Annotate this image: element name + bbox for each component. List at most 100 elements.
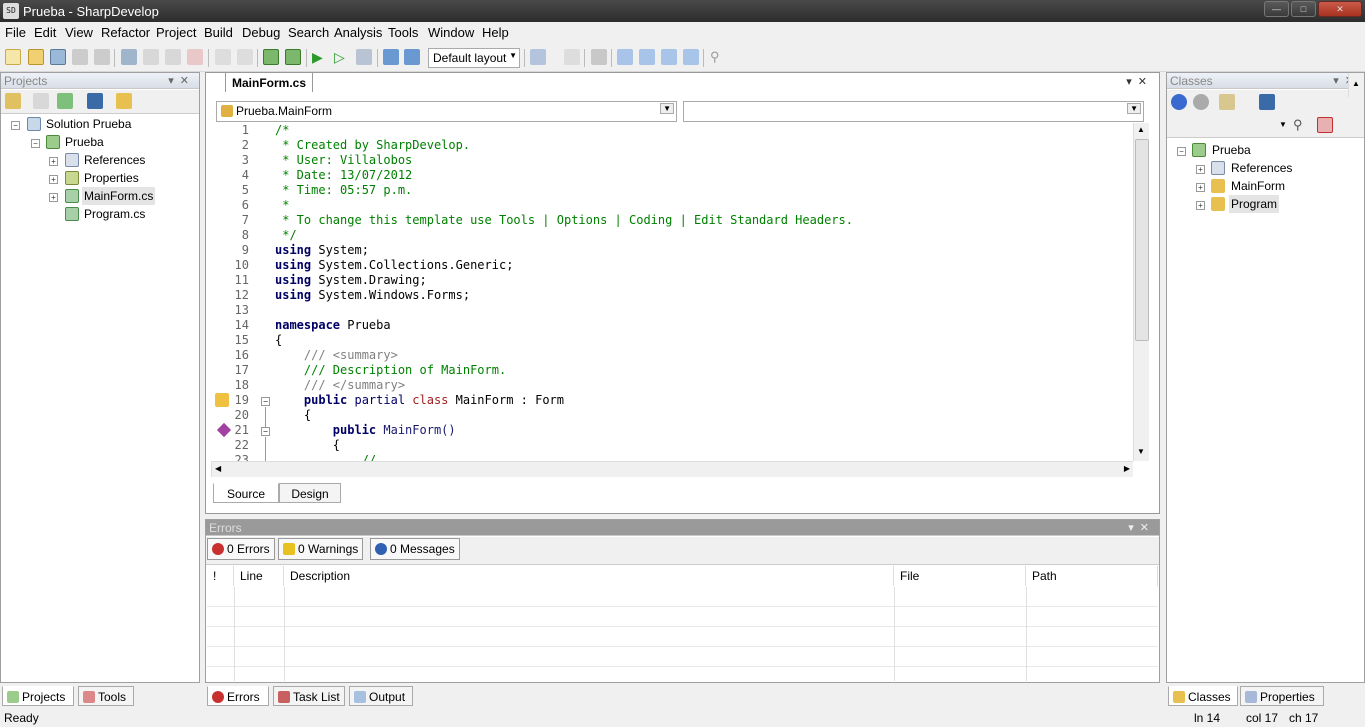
tab-projects[interactable]: Projects <box>2 686 74 706</box>
editor-horizontal-scrollbar[interactable]: ◀ ▶ <box>211 461 1133 477</box>
menu-edit[interactable]: Edit <box>34 25 56 40</box>
open-file-icon[interactable] <box>28 49 44 65</box>
bookmark-icon[interactable] <box>617 49 633 65</box>
expand-toggle[interactable]: − <box>1177 147 1186 156</box>
menu-debug[interactable]: Debug <box>242 25 280 40</box>
class-item-program[interactable]: Program <box>1229 195 1280 213</box>
classes-scroll-up[interactable]: ▲ <box>1348 73 1364 97</box>
tab-output[interactable]: Output <box>349 686 413 706</box>
menu-search[interactable]: Search <box>288 25 329 40</box>
tree-item-program[interactable]: Program.cs <box>84 205 145 223</box>
prev-bookmark-icon[interactable] <box>639 49 655 65</box>
tree-project[interactable]: Prueba <box>65 133 104 151</box>
stop-icon[interactable] <box>356 49 372 65</box>
copy-icon[interactable] <box>143 49 159 65</box>
rebuild-icon[interactable] <box>285 49 301 65</box>
expand-toggle[interactable]: + <box>1196 201 1205 210</box>
collapse-all-icon[interactable] <box>1259 94 1275 110</box>
tab-task-list[interactable]: Task List <box>273 686 345 706</box>
forward-icon[interactable] <box>1193 94 1209 110</box>
delete-icon[interactable] <box>187 49 203 65</box>
expand-toggle[interactable]: + <box>49 175 58 184</box>
menu-window[interactable]: Window <box>428 25 474 40</box>
scrollbar-thumb[interactable] <box>1135 139 1149 341</box>
class-item-references[interactable]: References <box>1231 159 1292 177</box>
expand-toggle[interactable]: + <box>49 193 58 202</box>
indent-icon[interactable] <box>591 49 607 65</box>
step-over-icon[interactable] <box>383 49 399 65</box>
menu-help[interactable]: Help <box>482 25 509 40</box>
menu-build[interactable]: Build <box>204 25 233 40</box>
expand-toggle[interactable]: + <box>1196 183 1205 192</box>
col-header-file[interactable]: File <box>894 566 1026 586</box>
build-icon[interactable] <box>263 49 279 65</box>
errors-filter-button[interactable]: 0 Errors <box>207 538 275 560</box>
copy-icon[interactable] <box>33 93 49 109</box>
layout-combo[interactable]: Default layout ▼ <box>428 48 520 68</box>
new-file-icon[interactable] <box>5 49 21 65</box>
messages-filter-button[interactable]: 0 Messages <box>370 538 460 560</box>
menu-view[interactable]: View <box>65 25 93 40</box>
scroll-up-icon[interactable]: ▲ <box>1352 79 1360 88</box>
tab-tools[interactable]: Tools <box>78 686 134 706</box>
paste-icon[interactable] <box>165 49 181 65</box>
menu-file[interactable]: File <box>5 25 26 40</box>
maximize-button[interactable]: □ <box>1291 1 1316 17</box>
tab-classes[interactable]: Classes <box>1168 686 1238 706</box>
search-icon[interactable]: ⚲ <box>1293 117 1309 133</box>
fold-toggle[interactable]: − <box>261 427 270 436</box>
expand-toggle[interactable]: − <box>11 121 20 130</box>
editor-window-buttons[interactable]: ▾✕ <box>1126 75 1153 88</box>
class-tree-root[interactable]: Prueba <box>1212 141 1251 159</box>
undo-icon[interactable] <box>215 49 231 65</box>
clear-search-icon[interactable] <box>1317 117 1333 133</box>
tree-item-references[interactable]: References <box>84 151 145 169</box>
comment-icon[interactable] <box>564 49 580 65</box>
class-item-mainform[interactable]: MainForm <box>1231 177 1285 195</box>
open-folder-icon[interactable] <box>116 93 132 109</box>
scroll-down-icon[interactable]: ▼ <box>1137 447 1145 456</box>
expand-toggle[interactable]: + <box>1196 165 1205 174</box>
filter-icon[interactable] <box>1219 94 1235 110</box>
properties-icon[interactable] <box>5 93 21 109</box>
clear-bookmarks-icon[interactable] <box>683 49 699 65</box>
scroll-up-icon[interactable]: ▲ <box>1137 125 1145 134</box>
close-button[interactable]: ✕ <box>1318 1 1362 17</box>
col-header-severity[interactable]: ! <box>207 566 234 586</box>
code-area[interactable]: − − 1 /* 2 * Created by SharpDevelop. 3 … <box>211 123 1133 461</box>
tab-properties[interactable]: Properties <box>1240 686 1324 706</box>
next-bookmark-icon[interactable] <box>661 49 677 65</box>
back-icon[interactable] <box>1171 94 1187 110</box>
tab-source[interactable]: Source <box>213 483 279 503</box>
save-disabled-icon[interactable] <box>72 49 88 65</box>
run-icon[interactable]: ▶ <box>312 49 328 65</box>
expand-toggle[interactable]: − <box>31 139 40 148</box>
save-all-icon[interactable] <box>94 49 110 65</box>
menu-project[interactable]: Project <box>156 25 196 40</box>
cut-icon[interactable] <box>121 49 137 65</box>
find-icon[interactable]: ⚲ <box>710 49 726 65</box>
tree-solution[interactable]: Solution Prueba <box>46 115 131 133</box>
col-header-path[interactable]: Path <box>1026 566 1158 586</box>
panel-pin-close-icon[interactable]: ▾✕ <box>168 73 195 89</box>
collapse-all-icon[interactable] <box>87 93 103 109</box>
editor-vertical-scrollbar[interactable]: ▲ ▼ <box>1133 123 1149 461</box>
menu-tools[interactable]: Tools <box>388 25 418 40</box>
tree-item-mainform[interactable]: MainForm.cs <box>82 187 156 205</box>
fold-toggle[interactable]: − <box>261 397 270 406</box>
scroll-left-icon[interactable]: ◀ <box>215 464 221 473</box>
redo-icon[interactable] <box>237 49 253 65</box>
col-header-description[interactable]: Description <box>284 566 894 586</box>
tab-errors[interactable]: Errors <box>207 686 269 706</box>
tree-item-properties[interactable]: Properties <box>84 169 139 187</box>
expand-toggle[interactable]: + <box>49 157 58 166</box>
document-tab[interactable]: MainForm.cs <box>225 72 314 92</box>
menu-refactor[interactable]: Refactor <box>101 25 150 40</box>
tab-design[interactable]: Design <box>279 483 341 503</box>
class-combo[interactable]: Prueba.MainForm ▼ <box>216 101 677 122</box>
menu-analysis[interactable]: Analysis <box>334 25 382 40</box>
refresh-icon[interactable] <box>57 93 73 109</box>
chevron-down-icon[interactable]: ▼ <box>1279 120 1287 129</box>
panel-pin-close-icon[interactable]: ▾✕ <box>1128 520 1155 536</box>
format-icon[interactable] <box>530 49 546 65</box>
